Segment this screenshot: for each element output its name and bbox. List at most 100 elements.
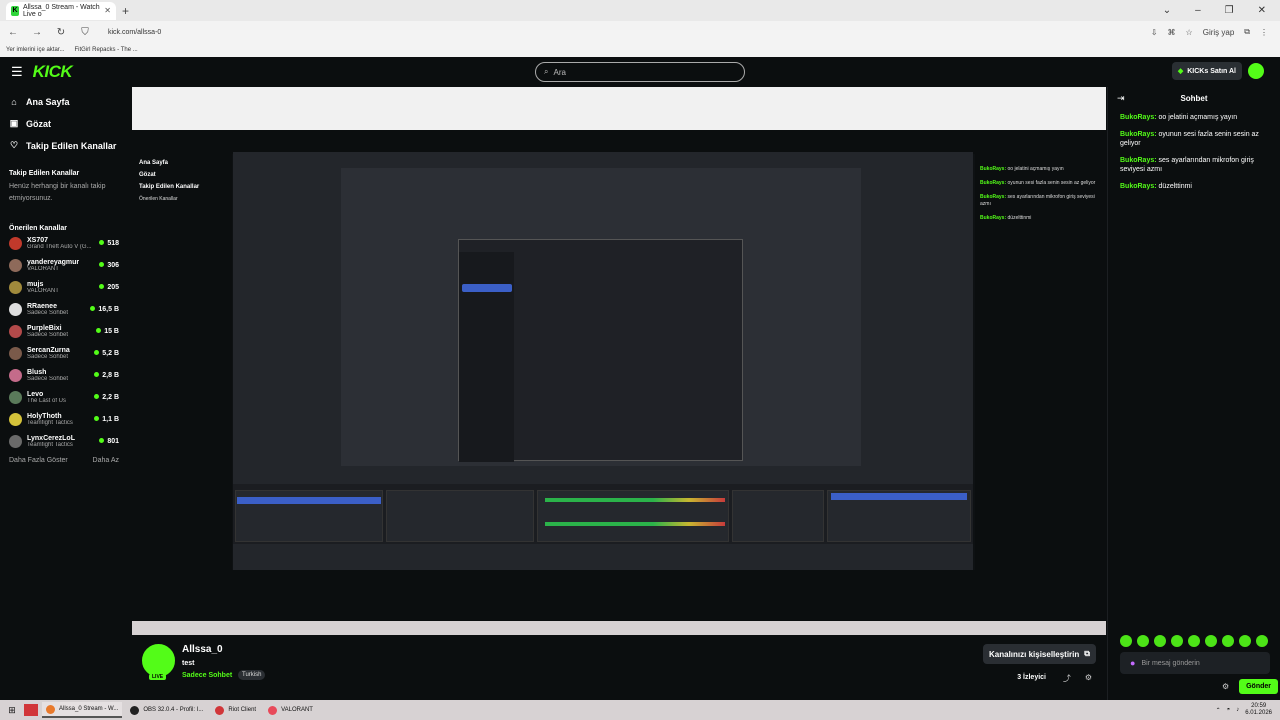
close-window-icon[interactable]: ✕ xyxy=(1258,5,1266,16)
clock-date: 6.01.2026 xyxy=(1245,710,1272,716)
taskbar-app[interactable]: OBS 32.0.4 - Profil: I... xyxy=(126,702,207,718)
chat-username[interactable]: BukoRays: xyxy=(1120,183,1157,190)
back-icon[interactable]: ← xyxy=(6,27,20,38)
chat-settings-icon[interactable]: ⚙ xyxy=(1222,682,1229,691)
app-icon xyxy=(130,705,140,715)
video-player[interactable]: Ana Sayfa Gözat Takip Edilen Kanallar Ön… xyxy=(132,87,1106,635)
user-settings-icon[interactable]: ⚙ xyxy=(1085,673,1092,684)
translate-icon[interactable]: ⌘ xyxy=(1168,28,1176,37)
channel-category: VALORANT xyxy=(27,265,59,272)
video-chat-msg: BukoRays: oo jelatini açmamış yayın xyxy=(980,166,1064,172)
buy-kicks-button[interactable]: ◆ KICKs Satın Al xyxy=(1171,62,1242,80)
collapse-chat-icon[interactable]: ⇥ xyxy=(1117,93,1125,104)
clock[interactable]: 20:59 6.01.2026 xyxy=(1245,703,1272,717)
new-tab-icon[interactable]: + xyxy=(122,4,129,18)
channel-item[interactable]: yandereyagmur VALORANT 306 xyxy=(9,254,130,276)
chat-input[interactable]: ● Bir mesaj gönderin xyxy=(1120,652,1270,674)
channel-item[interactable]: Levo The Last of Us 2,2 B xyxy=(9,386,130,408)
emote-icon[interactable] xyxy=(1205,635,1217,647)
channel-item[interactable]: HolyThoth Teamfight Tactics 1,1 B xyxy=(9,408,130,430)
site-header: ☰ KICK ⌕ Ara ◆ KICKs Satın Al xyxy=(0,57,1280,87)
emote-icon[interactable] xyxy=(1137,635,1149,647)
maximize-icon[interactable]: ❐ xyxy=(1225,5,1234,16)
address-actions: ⇩ ⌘ ☆ Giriş yap ⧉ ⋮ xyxy=(1151,27,1280,37)
nav-home[interactable]: ⌂ Ana Sayfa xyxy=(9,94,130,109)
channel-viewers: 5,2 B xyxy=(94,350,119,357)
emote-icon[interactable] xyxy=(1171,635,1183,647)
windows-start-icon[interactable]: ⊞ xyxy=(0,705,24,716)
emote-icon[interactable] xyxy=(1188,635,1200,647)
taskbar-app[interactable]: VALORANT xyxy=(264,702,317,718)
video-site-header xyxy=(132,130,1106,154)
channel-item[interactable]: RRaenee Sadece Sohbet 16,5 B xyxy=(9,298,130,320)
chat-header: ⇥ Sohbet xyxy=(1108,87,1280,109)
speaker-icon[interactable]: ♪ xyxy=(1236,707,1239,713)
streamer-name[interactable]: Allssa_0 xyxy=(182,644,223,655)
channel-item[interactable]: LynxCerezLoL Teamfight Tactics 801 xyxy=(9,430,130,452)
channel-category: VALORANT xyxy=(27,287,59,294)
taskbar-app[interactable]: Riot Client xyxy=(211,702,260,718)
taskbar-app-label: Riot Client xyxy=(228,707,257,713)
chat-username[interactable]: BukoRays: xyxy=(1120,131,1157,138)
show-more-button[interactable]: Daha Fazla Göster xyxy=(9,457,68,464)
url-field[interactable]: kick.com/allssa-0 xyxy=(108,29,161,36)
star-icon[interactable]: ☆ xyxy=(1186,28,1193,37)
emote-icon[interactable] xyxy=(1120,635,1132,647)
minimize-icon[interactable]: – xyxy=(1195,5,1201,16)
download-icon[interactable]: ⇩ xyxy=(1151,28,1158,37)
emote-icon[interactable] xyxy=(1256,635,1268,647)
share-icon[interactable]: ⤴ xyxy=(1063,673,1071,684)
extensions-icon[interactable]: ⧉ xyxy=(1244,27,1250,37)
channel-item[interactable]: PurpleBixi Sadece Sohbet 15 B xyxy=(9,320,130,342)
language-tag[interactable]: Turkish xyxy=(238,670,266,680)
chevron-down-icon[interactable]: ⌄ xyxy=(1163,5,1171,16)
chat-username[interactable]: BukoRays: xyxy=(1120,157,1157,164)
send-button[interactable]: Gönder xyxy=(1239,678,1278,694)
forward-icon[interactable]: → xyxy=(30,27,44,38)
taskbar-app-label: OBS 32.0.4 - Profil: I... xyxy=(143,707,204,713)
network-icon[interactable]: ◓ xyxy=(1227,707,1231,713)
emote-icon[interactable] xyxy=(1239,635,1251,647)
channel-item[interactable]: mujs VALORANT 205 xyxy=(9,276,130,298)
reload-icon[interactable]: ↻ xyxy=(54,27,68,38)
browser-tab[interactable]: K Allssa_0 Stream - Watch Live o ✕ xyxy=(6,1,116,20)
customize-channel-button[interactable]: Kanalınızı kişiselleştirin ⧉ xyxy=(983,644,1096,664)
channel-item[interactable]: XS707 Grand Theft Auto V (G... 518 xyxy=(9,232,130,254)
user-avatar[interactable] xyxy=(1248,63,1264,79)
channel-avatar xyxy=(9,280,22,294)
obs-transitions xyxy=(732,490,824,542)
nav-browse[interactable]: ▣ Gözat xyxy=(9,116,130,131)
video-chat-msg: BukoRays: oyunun sesi fazla senin sesin … xyxy=(980,180,1096,186)
channel-item[interactable]: SercanZurna Sadece Sohbet 5,2 B xyxy=(9,342,130,364)
taskbar-app[interactable]: Allssa_0 Stream - W... xyxy=(42,702,123,718)
sidebar: ⌂ Ana Sayfa ▣ Gözat ♡ Takip Edilen Kanal… xyxy=(0,87,130,700)
channel-avatar xyxy=(9,434,22,448)
streamer-avatar[interactable] xyxy=(142,644,175,677)
stream-actions: ⤴ ⚙ xyxy=(1063,673,1092,684)
video-nav-following: Takip Edilen Kanallar xyxy=(139,184,200,190)
nav-following[interactable]: ♡ Takip Edilen Kanallar xyxy=(9,138,130,153)
chat-username[interactable]: BukoRays: xyxy=(1120,114,1157,121)
emote-icon[interactable] xyxy=(1222,635,1234,647)
bookmark-fitgirl[interactable]: FitGirl Repacks - The ... xyxy=(74,47,137,53)
shield-icon[interactable]: ⛉ xyxy=(78,27,92,38)
search-input[interactable]: ⌕ Ara xyxy=(535,62,745,82)
menu-dots-icon[interactable]: ⋮ xyxy=(1260,28,1268,37)
obs-dock xyxy=(233,484,973,544)
bookmark-import[interactable]: Yer imlerini içe aktar... xyxy=(6,47,64,53)
hamburger-menu-icon[interactable]: ☰ xyxy=(11,64,23,80)
channel-name: yandereyagmur xyxy=(27,258,80,266)
channel-name: Levo xyxy=(27,390,44,398)
signin-button[interactable]: Giriş yap xyxy=(1203,28,1235,37)
chevron-up-icon[interactable]: ⌃ xyxy=(1216,707,1221,714)
pinned-app-icon[interactable] xyxy=(24,704,38,716)
kick-logo[interactable]: KICK xyxy=(33,62,73,82)
channel-viewers: 1,1 B xyxy=(94,416,119,423)
stream-category[interactable]: Sadece Sohbet xyxy=(182,672,232,679)
show-less-button[interactable]: Daha Az xyxy=(93,457,119,464)
close-tab-icon[interactable]: ✕ xyxy=(104,6,111,15)
stream-title: test xyxy=(182,660,195,667)
emote-icon[interactable] xyxy=(1154,635,1166,647)
channel-avatar xyxy=(9,302,22,316)
channel-item[interactable]: Blush Sadece Sohbet 2,8 B xyxy=(9,364,130,386)
